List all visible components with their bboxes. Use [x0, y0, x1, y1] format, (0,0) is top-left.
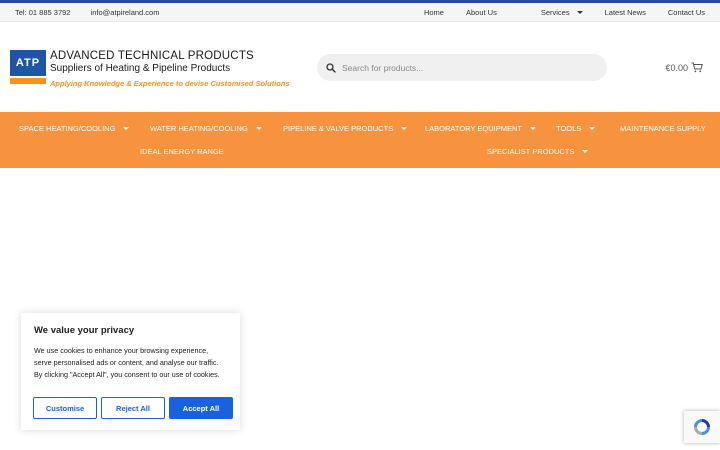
contact-info: Tel: 01 885 3792 info@atpireland.com	[15, 8, 177, 17]
chevron-down-icon	[589, 127, 596, 130]
search-icon[interactable]	[326, 62, 336, 73]
cookie-consent-banner: We value your privacy We use cookies to …	[21, 313, 240, 430]
top-nav-home[interactable]: Home	[424, 8, 444, 17]
nav-ideal-energy[interactable]: IDEAL ENERGY RANGE	[140, 147, 224, 156]
chevron-down-icon	[576, 10, 583, 14]
nav-ideal-energy-label: IDEAL ENERGY RANGE	[140, 147, 224, 156]
chevron-down-icon	[582, 150, 589, 153]
nav-tools[interactable]: TOOLS	[556, 124, 596, 133]
logo-mark: ATP	[10, 50, 46, 76]
phone-link[interactable]: Tel: 01 885 3792	[15, 8, 70, 17]
reject-all-button[interactable]: Reject All	[101, 397, 165, 419]
top-bar: Tel: 01 885 3792 info@atpireland.com Hom…	[0, 3, 720, 22]
nav-laboratory-label: LABORATORY EQUIPMENT	[425, 124, 522, 133]
top-nav-services-label: Services	[540, 7, 570, 17]
nav-space-heating[interactable]: SPACE HEATING/COOLING	[19, 124, 130, 133]
logo-slogan: Applying Knowledge & Experience to devis…	[50, 79, 290, 88]
nav-laboratory[interactable]: LABORATORY EQUIPMENT	[425, 124, 536, 133]
recaptcha-badge[interactable]	[684, 411, 720, 443]
cart-total: €0.00	[665, 62, 688, 73]
top-nav-contact[interactable]: Contact Us	[668, 8, 705, 17]
nav-space-heating-label: SPACE HEATING/COOLING	[19, 124, 116, 133]
accept-all-button[interactable]: Accept All	[169, 397, 233, 419]
chevron-down-icon	[255, 127, 262, 130]
chevron-down-icon	[123, 127, 130, 130]
logo-tagline: Suppliers of Heating & Pipeline Products	[50, 63, 231, 74]
chevron-down-icon	[401, 127, 408, 130]
nav-tools-label: TOOLS	[556, 124, 582, 133]
nav-pipeline-valve[interactable]: PIPELINE & VALVE PRODUCTS	[283, 124, 408, 133]
site-header: ATP ADVANCED TECHNICAL PRODUCTS Supplier…	[0, 22, 720, 112]
site-logo[interactable]: ATP ADVANCED TECHNICAL PRODUCTS Supplier…	[10, 50, 290, 112]
cart-link[interactable]: €0.00	[665, 62, 703, 73]
cookie-body: We use cookies to enhance your browsing …	[34, 346, 220, 379]
cart-icon	[691, 62, 703, 73]
top-nav-news[interactable]: Latest News	[605, 8, 646, 17]
top-nav: Home About Us Services Latest News Conta…	[402, 8, 705, 17]
product-search	[317, 54, 607, 81]
nav-specialist-label: SPECIALIST PRODUCTS	[487, 147, 575, 156]
nav-maintenance-label: MAINTENANCE SUPPLY	[620, 124, 706, 133]
search-input[interactable]	[342, 62, 582, 73]
cookie-actions: Customise Reject All Accept All	[33, 397, 233, 419]
nav-water-heating-label: WATER HEATING/COOLING	[150, 124, 248, 133]
recaptcha-icon	[694, 419, 710, 435]
chevron-down-icon	[529, 127, 536, 130]
main-navigation: SPACE HEATING/COOLING WATER HEATING/COOL…	[0, 112, 720, 168]
nav-pipeline-valve-label: PIPELINE & VALVE PRODUCTS	[283, 124, 394, 133]
top-nav-services[interactable]: Services	[519, 8, 583, 17]
logo-company-name: ADVANCED TECHNICAL PRODUCTS	[50, 50, 254, 62]
logo-accent-bar	[10, 78, 46, 84]
nav-water-heating[interactable]: WATER HEATING/COOLING	[150, 124, 262, 133]
cookie-title: We value your privacy	[34, 325, 135, 336]
email-link[interactable]: info@atpireland.com	[91, 8, 160, 17]
nav-maintenance[interactable]: MAINTENANCE SUPPLY	[620, 124, 706, 133]
nav-specialist[interactable]: SPECIALIST PRODUCTS	[487, 147, 589, 156]
top-nav-about[interactable]: About Us	[466, 8, 497, 17]
customise-button[interactable]: Customise	[33, 397, 97, 419]
